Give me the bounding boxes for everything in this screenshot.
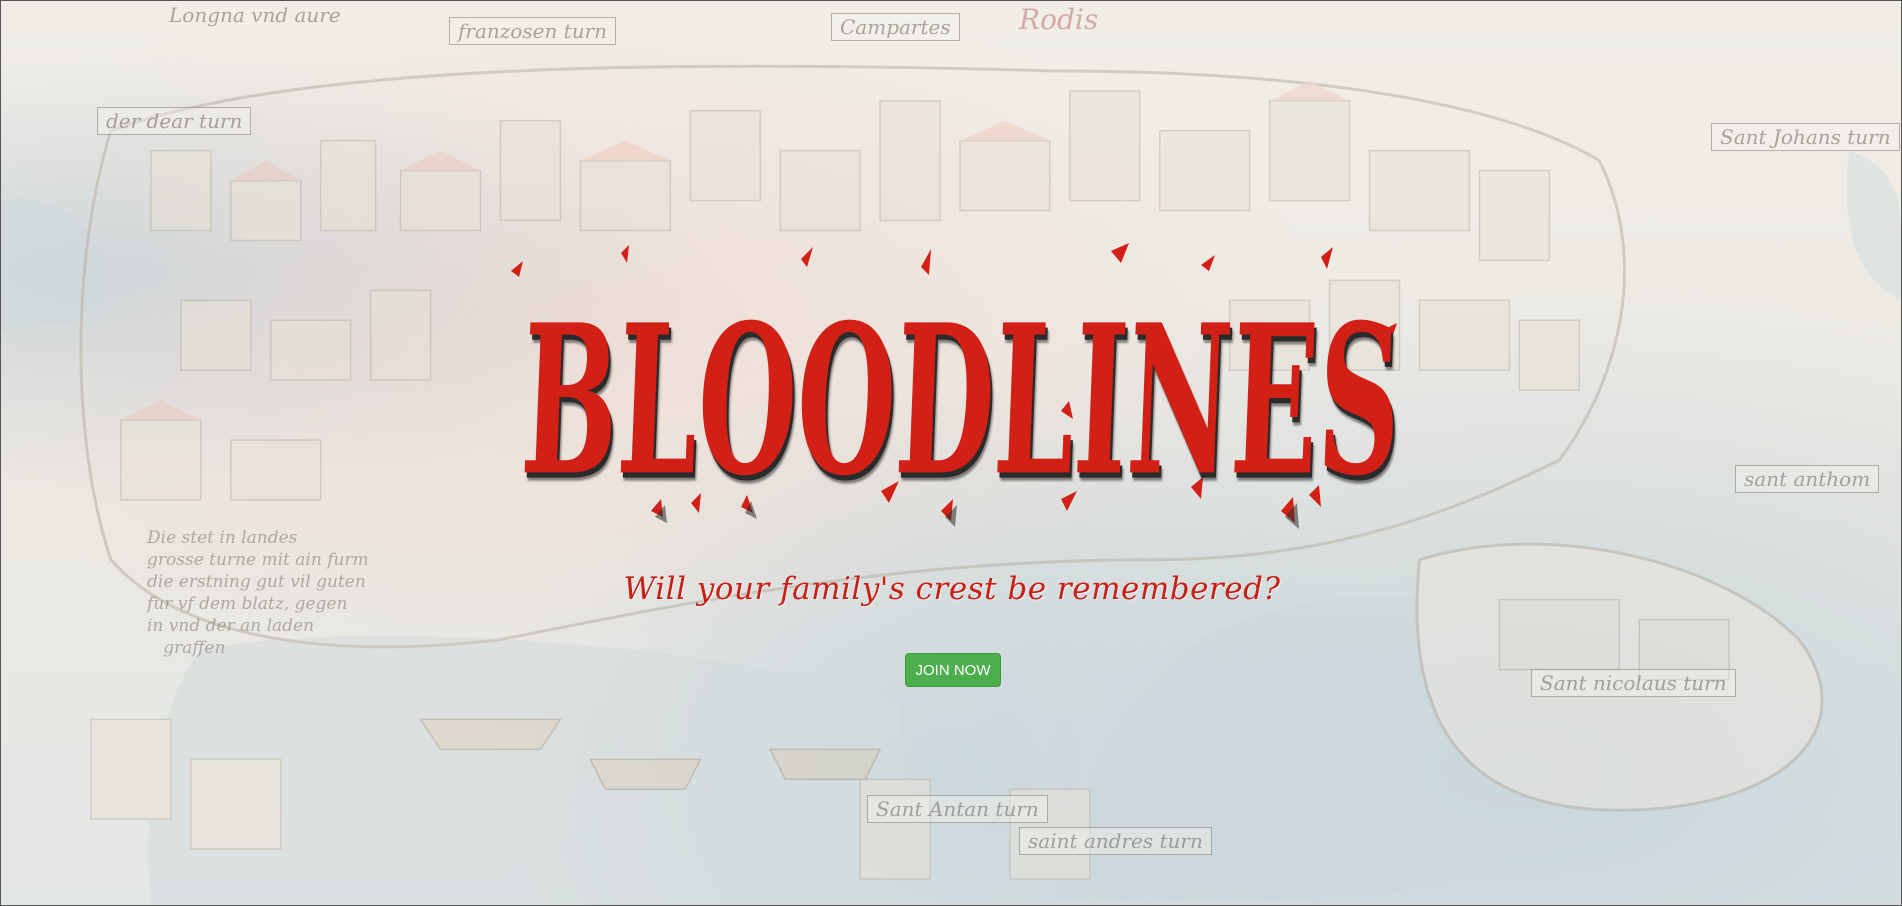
site-title: BLOODLINES [517, 251, 1405, 551]
site-title-text: BLOODLINES [517, 280, 1405, 522]
join-now-button[interactable]: JOIN NOW [905, 653, 1001, 687]
page: Longna vnd aure franzosen turn Campartes… [0, 0, 1902, 906]
hero-section: BLOODLINES Will your family's crest be r… [1, 1, 1901, 905]
tagline: Will your family's crest be remembered? [623, 571, 1281, 607]
